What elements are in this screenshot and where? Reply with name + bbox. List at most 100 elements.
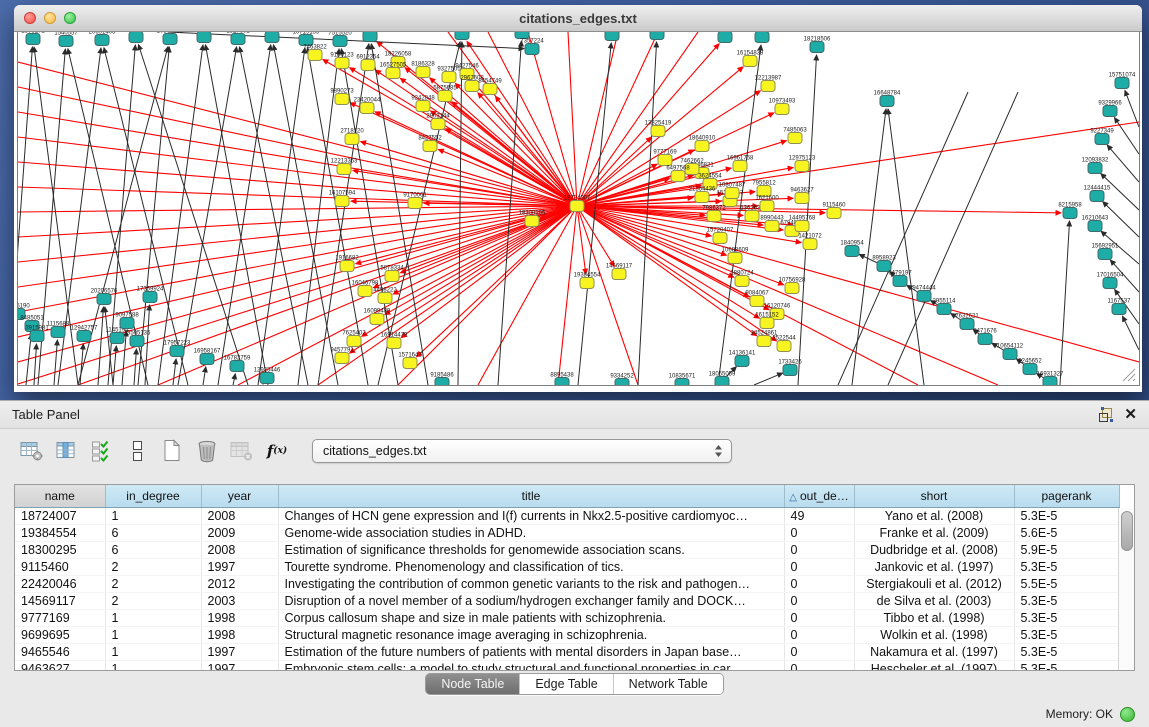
graph-node[interactable] (265, 32, 279, 43)
graph-node[interactable] (387, 338, 401, 349)
graph-node[interactable] (1112, 304, 1126, 315)
graph-node[interactable] (937, 304, 951, 315)
graph-node[interactable] (360, 103, 374, 114)
graph-node[interactable] (385, 271, 399, 282)
graph-node[interactable] (671, 171, 685, 182)
graph-node[interactable] (403, 358, 417, 369)
cell-in_degree[interactable]: 1 (105, 610, 201, 627)
cell-out_degree[interactable]: 0 (784, 559, 854, 576)
network-view-canvas[interactable]: 1872400723031721540557206914061193217203… (17, 32, 1140, 386)
graph-node[interactable] (77, 331, 91, 342)
graph-node[interactable] (788, 133, 802, 144)
table-row[interactable]: 969969511998Structural magnetic resonanc… (15, 627, 1119, 644)
graph-node[interactable] (695, 192, 709, 203)
cell-title[interactable]: Genome-wide association studies in ADHD. (278, 525, 784, 542)
cell-in_degree[interactable]: 2 (105, 593, 201, 610)
graph-node[interactable] (795, 221, 809, 232)
cell-out_degree[interactable]: 0 (784, 542, 854, 559)
column-header-out_degree[interactable]: △out_de… (784, 485, 854, 508)
cell-title[interactable]: Investigating the contribution of common… (278, 576, 784, 593)
graph-node[interactable] (143, 292, 157, 303)
graph-node[interactable] (465, 81, 479, 92)
graph-node[interactable] (416, 67, 430, 78)
graph-node[interactable] (880, 96, 894, 107)
graph-node[interactable] (1095, 134, 1109, 145)
graph-node[interactable] (783, 365, 797, 376)
graph-node[interactable] (580, 278, 594, 289)
graph-node[interactable] (483, 84, 497, 95)
table-row[interactable]: 977716911998Corpus callosum shape and si… (15, 610, 1119, 627)
cell-pagerank[interactable]: 5.3E-5 (1014, 661, 1119, 672)
cell-pagerank[interactable]: 5.3E-5 (1014, 508, 1119, 525)
graph-node[interactable] (978, 334, 992, 345)
cell-out_degree[interactable]: 0 (784, 610, 854, 627)
cell-pagerank[interactable]: 5.3E-5 (1014, 644, 1119, 661)
table-row[interactable]: 946554611997Estimation of the future num… (15, 644, 1119, 661)
cell-name[interactable]: 9777169 (15, 610, 105, 627)
column-header-in_degree[interactable]: in_degree (105, 485, 201, 508)
cell-out_degree[interactable]: 0 (784, 627, 854, 644)
graph-node[interactable] (200, 354, 214, 365)
cell-pagerank[interactable]: 5.5E-5 (1014, 576, 1119, 593)
graph-node[interactable] (435, 378, 449, 386)
graph-node[interactable] (761, 81, 775, 92)
graph-node[interactable] (378, 293, 392, 304)
cell-short[interactable]: Dudbridge et al. (2008) (854, 542, 1014, 559)
graph-node[interactable] (363, 32, 377, 42)
table-scrollbar[interactable] (1118, 508, 1134, 670)
graph-node[interactable] (733, 161, 747, 172)
graph-node[interactable] (1115, 78, 1129, 89)
graph-node[interactable] (760, 318, 774, 329)
cell-name[interactable]: 18300295 (15, 542, 105, 559)
graph-node[interactable] (845, 246, 859, 257)
graph-node[interactable] (1023, 364, 1037, 375)
cell-in_degree[interactable]: 1 (105, 627, 201, 644)
graph-node[interactable] (361, 60, 375, 71)
graph-node[interactable] (370, 314, 384, 325)
graph-node[interactable] (337, 164, 351, 175)
new-column-button[interactable] (158, 438, 186, 464)
close-panel-icon[interactable]: ✕ (1124, 407, 1137, 422)
graph-node[interactable] (340, 261, 354, 272)
graph-node[interactable] (757, 336, 771, 347)
graph-node[interactable] (735, 356, 749, 367)
column-header-name[interactable]: name (15, 485, 105, 508)
cell-year[interactable]: 1998 (201, 627, 278, 644)
select-all-columns-button[interactable] (88, 438, 116, 464)
cell-short[interactable]: Hescheler et al. (1997) (854, 661, 1014, 672)
tab-node-table[interactable]: Node Table (426, 674, 520, 694)
network-window[interactable]: citations_edges.txt 18724007230317215405… (14, 5, 1142, 392)
cell-out_degree[interactable]: 0 (784, 661, 854, 672)
graph-node[interactable] (97, 294, 111, 305)
graph-node[interactable] (1043, 377, 1057, 386)
unmerge-cells-button[interactable] (123, 438, 151, 464)
graph-node[interactable] (795, 193, 809, 204)
cell-name[interactable]: 22420046 (15, 576, 105, 593)
cell-title[interactable]: Corpus callosum shape and size in male p… (278, 610, 784, 627)
cell-in_degree[interactable]: 1 (105, 644, 201, 661)
graph-node[interactable] (345, 134, 359, 145)
column-header-pagerank[interactable]: pagerank (1014, 485, 1119, 508)
graph-node[interactable] (26, 34, 40, 45)
graph-node[interactable] (347, 336, 361, 347)
graph-node[interactable] (170, 346, 184, 357)
cell-year[interactable]: 2008 (201, 542, 278, 559)
graph-node[interactable] (827, 208, 841, 219)
graph-node[interactable] (442, 72, 456, 83)
graph-node[interactable] (59, 36, 73, 47)
graph-node[interactable] (795, 161, 809, 172)
cell-out_degree[interactable]: 49 (784, 508, 854, 525)
graph-node[interactable] (650, 32, 664, 40)
table-mode-button[interactable] (18, 438, 46, 464)
graph-node[interactable] (1103, 278, 1117, 289)
graph-node[interactable] (308, 50, 322, 61)
cell-title[interactable]: Estimation of significance thresholds fo… (278, 542, 784, 559)
cell-out_degree[interactable]: 0 (784, 576, 854, 593)
column-header-short[interactable]: short (854, 485, 1014, 508)
graph-node[interactable] (1103, 106, 1117, 117)
network-window-titlebar[interactable]: citations_edges.txt (14, 5, 1142, 32)
tab-network-table[interactable]: Network Table (614, 674, 723, 694)
graph-node[interactable] (230, 361, 244, 372)
graph-node[interactable] (335, 353, 349, 364)
cell-pagerank[interactable]: 5.6E-5 (1014, 525, 1119, 542)
